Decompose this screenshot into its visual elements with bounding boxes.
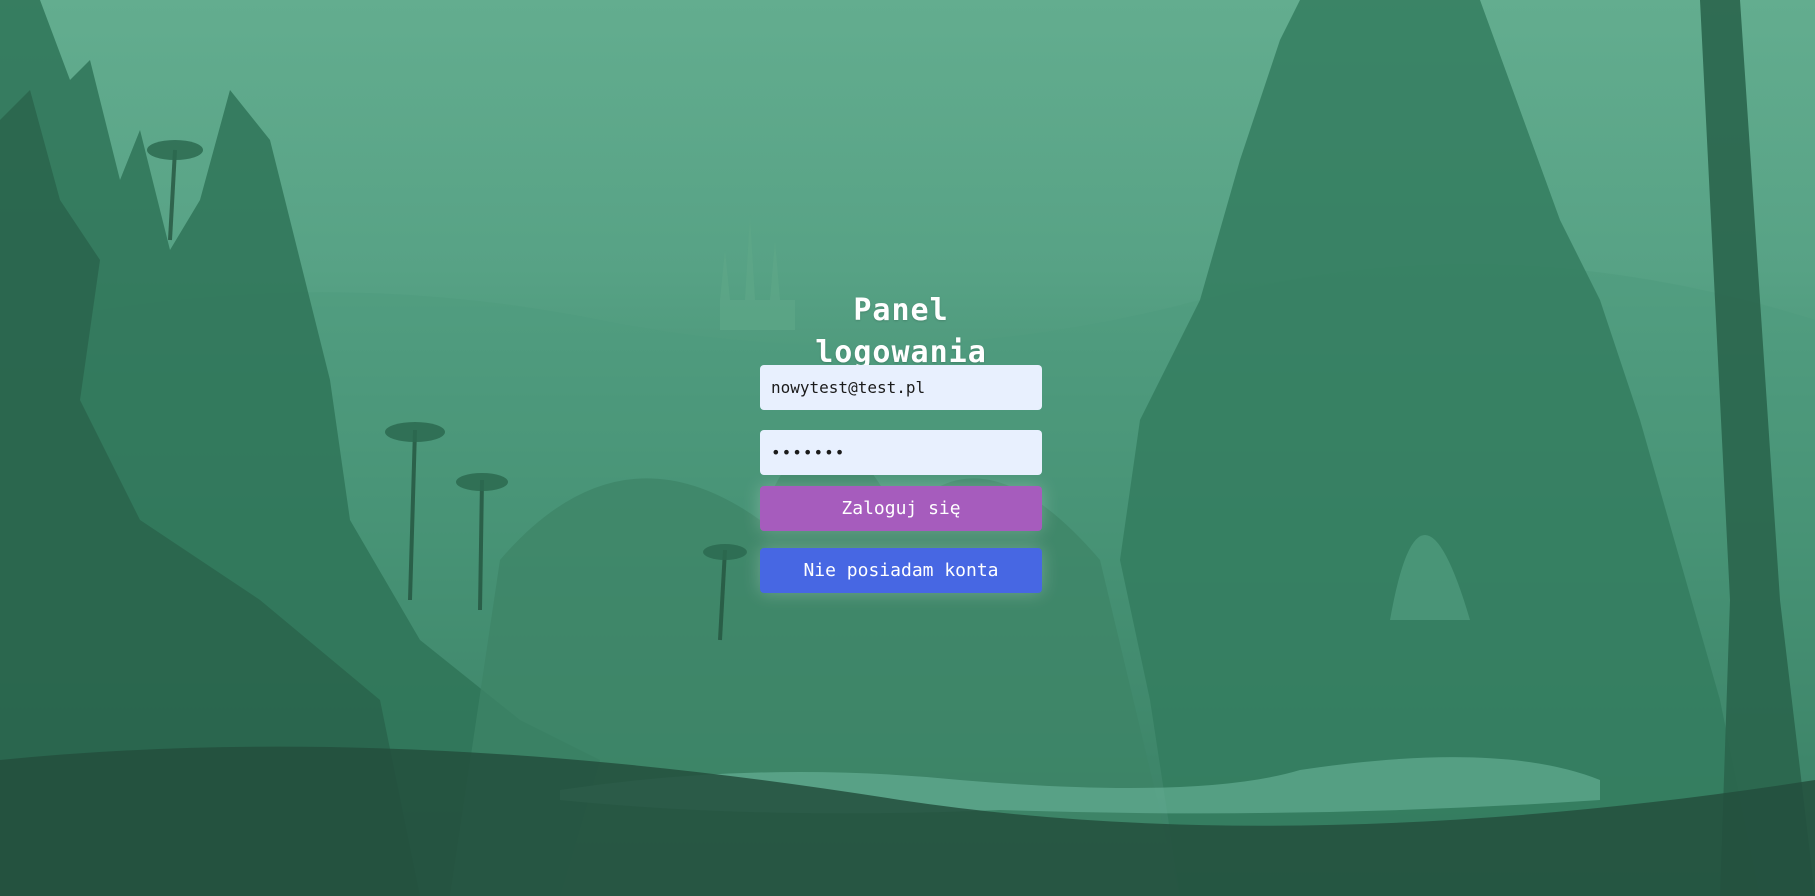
email-field[interactable] bbox=[760, 365, 1042, 410]
page-title: Panel logowania bbox=[815, 293, 987, 370]
register-button[interactable]: Nie posiadam konta bbox=[760, 548, 1042, 593]
password-field[interactable] bbox=[760, 430, 1042, 475]
login-button[interactable]: Zaloguj się bbox=[760, 486, 1042, 531]
